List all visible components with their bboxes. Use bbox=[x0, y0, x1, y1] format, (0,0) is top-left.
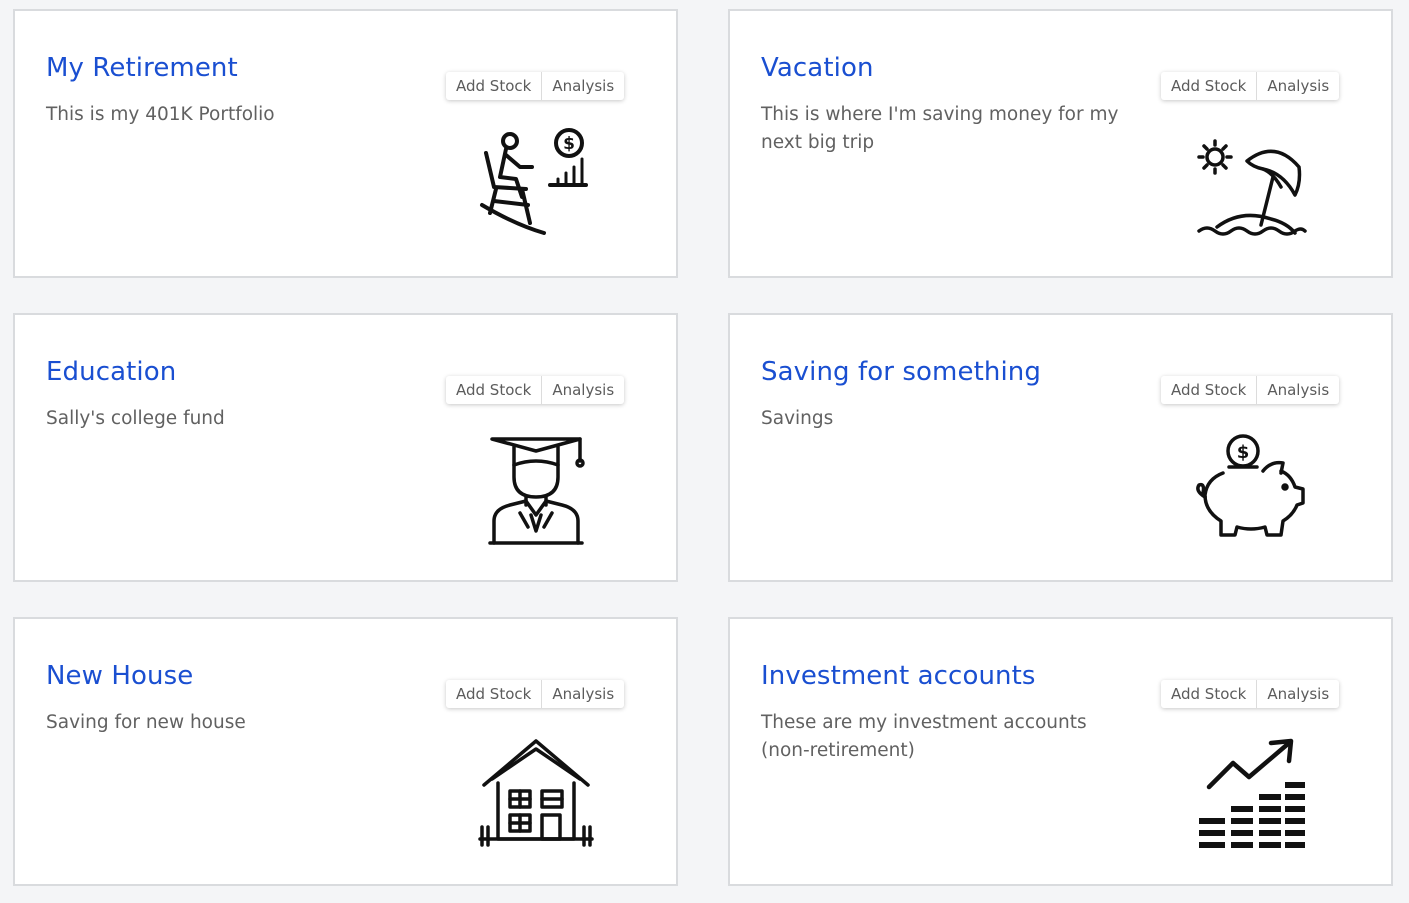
portfolio-actions: Add Stock Analysis bbox=[446, 376, 625, 404]
analysis-button[interactable]: Analysis bbox=[1256, 680, 1339, 708]
portfolio-card-investment-accounts: Investment accounts These are my investm… bbox=[728, 617, 1393, 886]
portfolio-description: These are my investment accounts (non-re… bbox=[761, 712, 1087, 761]
portfolio-actions: Add Stock Analysis bbox=[1161, 72, 1340, 100]
analysis-button[interactable]: Analysis bbox=[541, 680, 624, 708]
svg-text:$: $ bbox=[563, 134, 575, 154]
portfolio-card-education: Education Sally's college fund Add Stock… bbox=[13, 313, 678, 582]
analysis-button[interactable]: Analysis bbox=[1256, 376, 1339, 404]
portfolio-description: This is my 401K Portfolio bbox=[46, 104, 275, 125]
add-stock-button[interactable]: Add Stock bbox=[446, 376, 541, 404]
portfolio-description: Savings bbox=[761, 408, 834, 429]
house-icon bbox=[476, 735, 596, 851]
add-stock-button[interactable]: Add Stock bbox=[1161, 72, 1256, 100]
svg-text:$: $ bbox=[1237, 442, 1250, 463]
analysis-button[interactable]: Analysis bbox=[541, 72, 624, 100]
portfolio-actions: Add Stock Analysis bbox=[1161, 376, 1340, 404]
portfolio-title[interactable]: My Retirement bbox=[46, 53, 238, 83]
add-stock-button[interactable]: Add Stock bbox=[446, 680, 541, 708]
analysis-button[interactable]: Analysis bbox=[1256, 72, 1339, 100]
portfolio-description: Sally's college fund bbox=[46, 408, 225, 429]
portfolio-card-vacation: Vacation This is where I'm saving money … bbox=[728, 9, 1393, 278]
portfolio-actions: Add Stock Analysis bbox=[1161, 680, 1340, 708]
portfolio-card-my-retirement: My Retirement This is my 401K Portfolio … bbox=[13, 9, 678, 278]
portfolio-title[interactable]: Saving for something bbox=[761, 357, 1041, 387]
beach-umbrella-icon bbox=[1191, 127, 1311, 243]
retirement-rocking-chair-icon: $ bbox=[476, 127, 596, 243]
piggy-bank-icon: $ bbox=[1191, 431, 1311, 547]
add-stock-button[interactable]: Add Stock bbox=[446, 72, 541, 100]
growth-chart-icon bbox=[1191, 735, 1311, 851]
portfolio-title[interactable]: New House bbox=[46, 661, 193, 691]
portfolio-description: This is where I'm saving money for my ne… bbox=[761, 104, 1119, 153]
portfolio-title[interactable]: Education bbox=[46, 357, 176, 387]
portfolio-card-saving-for-something: Saving for something Savings Add Stock A… bbox=[728, 313, 1393, 582]
portfolio-description: Saving for new house bbox=[46, 712, 246, 733]
analysis-button[interactable]: Analysis bbox=[541, 376, 624, 404]
portfolio-actions: Add Stock Analysis bbox=[446, 72, 625, 100]
add-stock-button[interactable]: Add Stock bbox=[1161, 376, 1256, 404]
portfolio-card-new-house: New House Saving for new house Add Stock… bbox=[13, 617, 678, 886]
portfolio-title[interactable]: Vacation bbox=[761, 53, 874, 83]
portfolio-actions: Add Stock Analysis bbox=[446, 680, 625, 708]
graduate-icon bbox=[476, 431, 596, 547]
add-stock-button[interactable]: Add Stock bbox=[1161, 680, 1256, 708]
portfolio-title[interactable]: Investment accounts bbox=[761, 661, 1036, 691]
